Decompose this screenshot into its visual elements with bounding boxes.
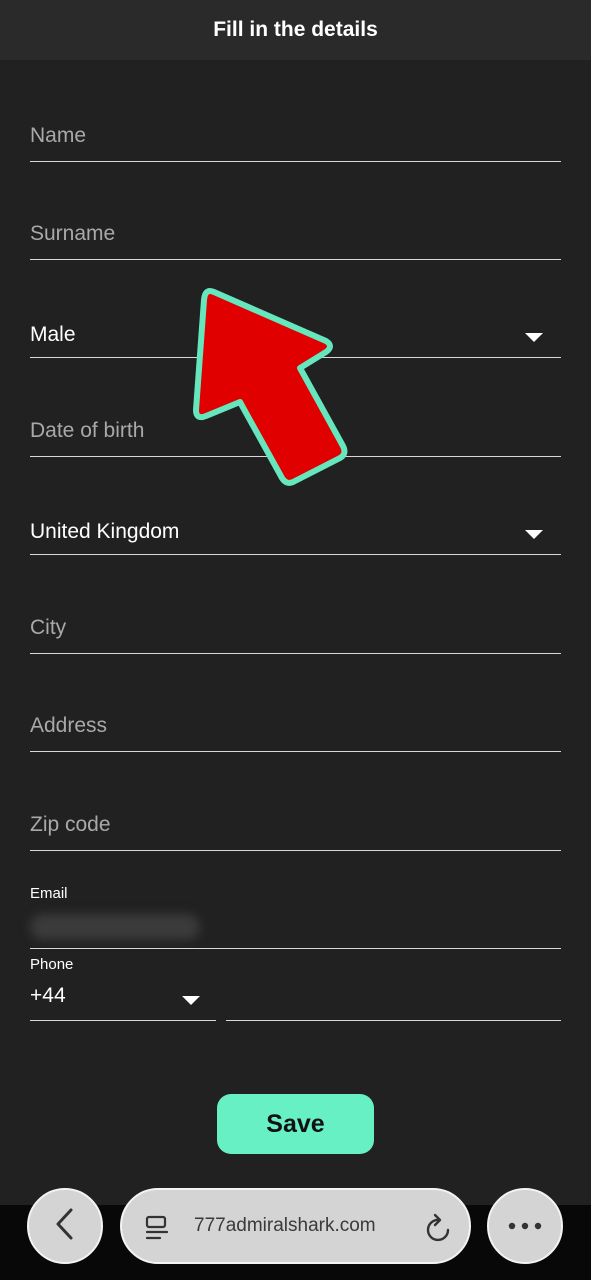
- name-input[interactable]: [30, 121, 561, 161]
- gender-select[interactable]: Male: [30, 308, 561, 358]
- phone-code-select[interactable]: +44: [30, 978, 216, 1021]
- reload-icon[interactable]: [424, 1213, 454, 1250]
- address-field[interactable]: [30, 702, 561, 752]
- back-button[interactable]: [27, 1188, 103, 1264]
- phone-code-value: +44: [30, 984, 66, 1007]
- name-field[interactable]: [30, 112, 561, 162]
- chevron-down-icon: [525, 530, 543, 539]
- gender-value: Male: [30, 323, 76, 346]
- surname-input[interactable]: [30, 219, 561, 259]
- surname-field[interactable]: [30, 210, 561, 260]
- zip-code-field[interactable]: [30, 801, 561, 851]
- date-of-birth-field[interactable]: [30, 407, 561, 457]
- zip-code-input[interactable]: [30, 810, 561, 850]
- address-bar[interactable]: 777admiralshark.com: [120, 1188, 471, 1264]
- email-label: Email: [30, 885, 68, 902]
- email-field[interactable]: [30, 908, 561, 949]
- chevron-down-icon: [182, 996, 200, 1005]
- save-button[interactable]: Save: [217, 1094, 374, 1154]
- header-bar: Fill in the details: [0, 0, 591, 60]
- app-screen: Fill in the details Male United Kingdom …: [0, 0, 591, 1280]
- phone-number-input[interactable]: [226, 980, 561, 1020]
- more-button[interactable]: [487, 1188, 563, 1264]
- city-input[interactable]: [30, 613, 561, 653]
- phone-label: Phone: [30, 956, 74, 973]
- tabs-icon[interactable]: [144, 1214, 170, 1247]
- chevron-down-icon: [525, 333, 543, 342]
- more-icon: [508, 1217, 542, 1235]
- page-title: Fill in the details: [213, 18, 378, 41]
- phone-number-field[interactable]: [226, 978, 561, 1021]
- address-input[interactable]: [30, 711, 561, 751]
- city-field[interactable]: [30, 604, 561, 654]
- back-icon: [53, 1207, 77, 1246]
- country-value: United Kingdom: [30, 520, 180, 543]
- date-of-birth-input[interactable]: [30, 416, 561, 456]
- country-select[interactable]: United Kingdom: [30, 505, 561, 555]
- url-text: 777admiralshark.com: [194, 1215, 376, 1236]
